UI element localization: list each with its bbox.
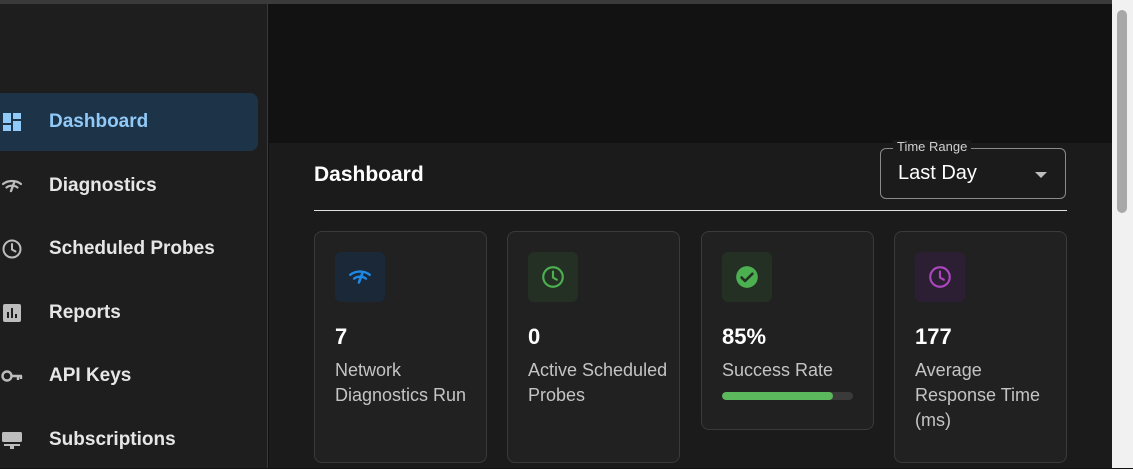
dropdown-caret-icon	[1035, 172, 1047, 178]
scrollbar-thumb[interactable]	[1117, 10, 1127, 213]
sidebar-item-label: API Keys	[49, 365, 132, 386]
bar-chart-icon	[0, 301, 24, 325]
check-circle-icon	[722, 252, 772, 302]
network-icon	[0, 174, 24, 198]
sidebar-item-label: Scheduled Probes	[49, 238, 215, 259]
stat-value: 177	[915, 324, 952, 349]
progress-fill	[722, 392, 834, 400]
key-icon	[0, 364, 24, 388]
stat-label: Network Diagnostics Run	[335, 360, 467, 405]
stat-value: 85%	[722, 324, 767, 349]
sidebar-item-subscriptions[interactable]: Subscriptions	[0, 411, 258, 469]
dashboard-icon	[0, 110, 24, 134]
sidebar-item-label: Reports	[49, 302, 121, 323]
app-header-area	[269, 4, 1112, 143]
page-title: Dashboard	[314, 163, 424, 186]
main-content: Dashboard Time Range Last Day 7 Network …	[269, 140, 1112, 468]
stat-card-avg-response-time: 177 Average Response Time (ms)	[894, 231, 1067, 463]
time-range-value: Last Day	[898, 162, 977, 184]
clock-icon	[915, 252, 965, 302]
title-divider	[314, 210, 1067, 211]
time-range-select[interactable]: Time Range Last Day	[880, 140, 1066, 199]
network-icon	[335, 252, 385, 302]
clock-icon	[0, 237, 24, 261]
sidebar-item-label: Diagnostics	[49, 175, 157, 196]
stat-value: 7	[335, 324, 348, 349]
success-rate-progress	[722, 392, 853, 400]
stat-card-diagnostics-run: 7 Network Diagnostics Run	[314, 231, 487, 463]
stat-label: Average Response Time (ms)	[915, 360, 1041, 430]
time-range-label: Time Range	[893, 140, 972, 154]
sidebar-item-reports[interactable]: Reports	[0, 284, 258, 342]
subscription-icon	[0, 428, 24, 452]
sidebar-item-label: Subscriptions	[49, 429, 176, 450]
sidebar-item-api-keys[interactable]: API Keys	[0, 347, 258, 405]
stat-label: Success Rate	[722, 360, 834, 380]
stat-label: Active Scheduled Probes	[528, 360, 668, 405]
stat-value: 0	[528, 324, 541, 349]
sidebar-item-label: Dashboard	[49, 111, 149, 132]
sidebar: Dashboard Diagnostics Scheduled Probes R…	[0, 4, 268, 468]
sidebar-item-scheduled-probes[interactable]: Scheduled Probes	[0, 220, 258, 278]
stat-card-success-rate: 85% Success Rate	[701, 231, 874, 430]
clock-icon	[528, 252, 578, 302]
sidebar-item-dashboard[interactable]: Dashboard	[0, 93, 258, 151]
sidebar-item-diagnostics[interactable]: Diagnostics	[0, 157, 258, 215]
page-scrollbar[interactable]	[1112, 0, 1133, 468]
stat-card-active-probes: 0 Active Scheduled Probes	[507, 231, 680, 463]
